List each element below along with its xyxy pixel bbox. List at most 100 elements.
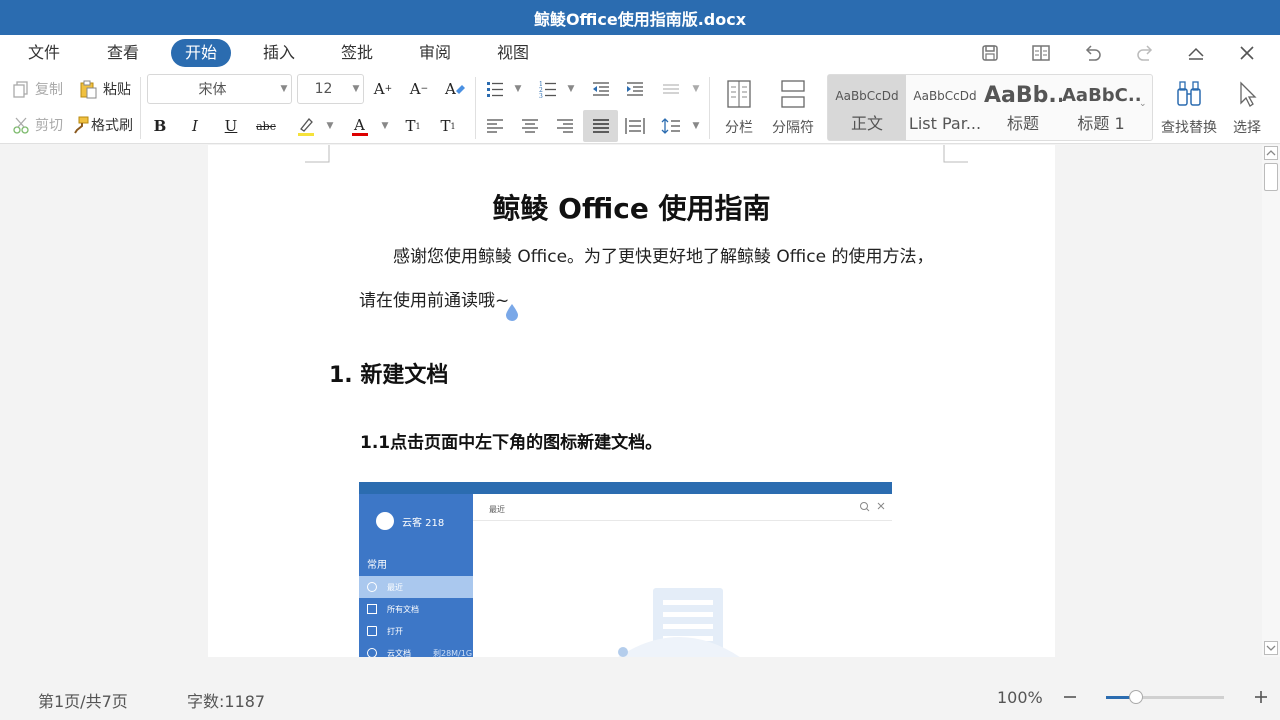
chevron-down-icon[interactable]: ▼ (688, 76, 704, 102)
align-center-icon[interactable] (516, 113, 544, 139)
justify-icon[interactable] (583, 110, 618, 142)
align-right-icon[interactable] (551, 113, 579, 139)
copy-button[interactable]: 复制 (12, 79, 63, 99)
chevron-down-icon[interactable]: ▼ (510, 76, 526, 102)
tab-file[interactable]: 文件 (28, 39, 60, 67)
save-icon[interactable] (978, 41, 1002, 65)
ribbon: 复制 粘贴 剪切 格式刷 宋体 ▼ 12 ▼ A + A − A B I U abc… (0, 71, 1280, 144)
collapse-ribbon-icon[interactable] (1184, 41, 1208, 65)
document-area[interactable]: 鲸鲮 Office 使用指南 感谢您使用鲸鲮 Office。为了更快更好地了解鲸… (0, 145, 1262, 657)
distributed-align-icon[interactable] (621, 113, 649, 139)
document-page[interactable]: 鲸鲮 Office 使用指南 感谢您使用鲸鲮 Office。为了更快更好地了解鲸… (208, 145, 1055, 657)
chevron-down-icon[interactable]: ▼ (377, 113, 393, 139)
image-item-cloud: 云文档 剩28M/1G (359, 642, 473, 657)
line-style-icon[interactable] (657, 76, 685, 102)
style-name: List Par... (908, 114, 982, 133)
cursor-handle-icon[interactable] (505, 302, 519, 322)
style-preview: AaBbC... (1062, 85, 1140, 106)
zoom-in-icon[interactable] (1253, 689, 1269, 705)
scroll-up-icon[interactable] (1264, 146, 1278, 160)
clock-icon (367, 582, 377, 592)
styles-expand-icon[interactable]: ⌄ (1139, 99, 1147, 109)
chevron-down-icon[interactable]: ▼ (688, 113, 704, 139)
document-title[interactable]: 鲸鲮 Office 使用指南 (208, 187, 1055, 227)
line-spacing-icon[interactable] (657, 113, 685, 139)
align-left-icon[interactable] (481, 113, 509, 139)
columns-button[interactable]: 分栏 (719, 75, 759, 139)
image-item-recent: 最近 (359, 576, 473, 598)
cursor-icon (1240, 81, 1257, 107)
style-title[interactable]: AaBb... 标题 (984, 75, 1062, 140)
tab-home[interactable]: 开始 (171, 39, 232, 67)
increase-indent-icon[interactable] (621, 76, 649, 102)
chevron-down-icon[interactable]: ▼ (563, 76, 579, 102)
tab-view[interactable]: 查看 (107, 39, 139, 67)
scroll-down-icon[interactable] (1264, 641, 1278, 655)
cut-label: 剪切 (35, 118, 63, 134)
style-heading-1[interactable]: AaBbC... 标题 1 (1062, 75, 1140, 140)
superscript-icon[interactable]: T1 (399, 113, 427, 139)
scroll-thumb[interactable] (1264, 163, 1278, 191)
font-family-value: 宋体 (198, 82, 227, 98)
subscript-icon[interactable]: T1 (434, 113, 462, 139)
svg-text:A: A (444, 80, 456, 98)
highlight-icon[interactable] (292, 113, 320, 139)
chevron-down-icon[interactable]: ▼ (322, 113, 338, 139)
chevron-down-icon: ▼ (352, 84, 360, 94)
zoom-slider-track[interactable] (1106, 690, 1224, 704)
font-family-select[interactable]: 宋体 ▼ (147, 74, 292, 104)
image-item-all-docs: 所有文档 (359, 598, 473, 620)
vertical-scrollbar[interactable] (1262, 145, 1280, 657)
close-icon[interactable] (1235, 41, 1259, 65)
numbered-list-icon[interactable]: 123 (534, 76, 562, 102)
image-item-quota: 剩28M/1G (433, 648, 473, 658)
style-normal[interactable]: AaBbCcDd 正文 (828, 75, 906, 140)
tab-sign[interactable]: 签批 (341, 39, 373, 67)
zoom-slider-thumb[interactable] (1129, 690, 1143, 704)
copy-icon (13, 81, 28, 98)
status-bar: 第1页/共7页 字数:1187 100% (0, 675, 1280, 720)
word-count: 字数:1187 (187, 692, 266, 711)
tab-insert[interactable]: 插入 (263, 39, 295, 67)
intro-line-2[interactable]: 请在使用前通读哦~ (359, 286, 509, 311)
undo-icon[interactable] (1081, 41, 1105, 65)
tab-review[interactable]: 审阅 (419, 39, 451, 67)
divider (140, 77, 141, 139)
embedded-screenshot-image[interactable]: 云客 218 常用 最近 所有文档 打开 云文档 剩28M/1G 最近 (359, 482, 892, 657)
paste-button[interactable]: 粘贴 (78, 79, 131, 99)
subheading-new-document[interactable]: 1.1点击页面中左下角的图标新建文档。 (360, 428, 662, 453)
tab-display[interactable]: 视图 (497, 39, 529, 67)
separator-button[interactable]: 分隔符 (768, 75, 818, 139)
format-painter-button[interactable]: 格式刷 (73, 115, 133, 135)
separator-label: 分隔符 (772, 120, 814, 136)
clear-format-icon[interactable]: A (441, 76, 469, 102)
style-name: 标题 1 (1077, 114, 1125, 133)
heading-new-document[interactable]: 1. 新建文档 (329, 357, 448, 389)
intro-line-1[interactable]: 感谢您使用鲸鲮 Office。为了更快更好地了解鲸鲮 Office 的使用方法， (393, 242, 933, 267)
image-user: 云客 218 (376, 512, 444, 530)
font-size-select[interactable]: 12 ▼ (297, 74, 364, 104)
reading-mode-icon[interactable] (1029, 41, 1053, 65)
select-label: 选择 (1233, 120, 1261, 136)
style-list-paragraph[interactable]: AaBbCcDd List Par... (906, 75, 984, 140)
select-button[interactable]: 选择 (1227, 75, 1267, 139)
bold-icon[interactable]: B (146, 113, 174, 139)
image-top-band (359, 482, 892, 494)
font-color-icon[interactable]: A (346, 113, 374, 139)
strikethrough-icon[interactable]: abc (252, 113, 280, 139)
zoom-level: 100% (997, 688, 1043, 707)
columns-icon (727, 80, 751, 108)
decrease-indent-icon[interactable] (587, 76, 615, 102)
italic-icon[interactable]: I (181, 113, 209, 139)
style-preview: AaBb... (984, 83, 1062, 108)
find-replace-button[interactable]: 查找替换 (1159, 75, 1219, 139)
underline-icon[interactable]: U (217, 113, 245, 139)
bullet-list-icon[interactable] (481, 76, 509, 102)
redo-icon[interactable] (1133, 41, 1157, 65)
avatar (376, 512, 394, 530)
page-indicator: 第1页/共7页 (38, 692, 128, 711)
shrink-font-button[interactable]: A − (405, 76, 433, 102)
cut-button[interactable]: 剪切 (12, 115, 63, 135)
zoom-out-icon[interactable] (1062, 689, 1078, 705)
grow-font-button[interactable]: A + (369, 76, 397, 102)
